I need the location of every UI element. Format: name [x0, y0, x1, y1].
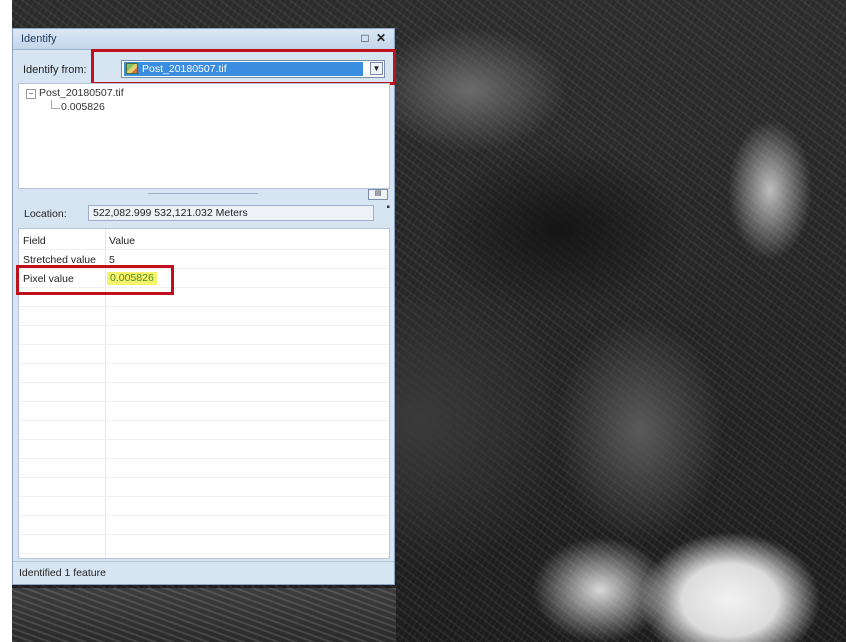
restore-icon[interactable]: □	[358, 31, 372, 45]
window-title: Identify	[21, 33, 57, 45]
identify-from-label: Identify from:	[23, 64, 87, 76]
close-icon[interactable]: ✕	[374, 31, 388, 45]
table-row	[19, 478, 389, 497]
table-row	[19, 516, 389, 535]
table-row	[19, 459, 389, 478]
field-cell: Stretched value	[23, 254, 96, 266]
raster-layer-icon	[126, 63, 138, 74]
table-row	[19, 345, 389, 364]
location-label: Location:	[24, 208, 67, 220]
field-cell: Pixel value	[23, 273, 74, 285]
panel-splitter[interactable]: ▤	[18, 189, 390, 200]
table-row	[19, 288, 389, 307]
field-column-header: Field	[23, 235, 46, 247]
identify-window: Identify □ ✕ Identify from: Post_2018050…	[12, 28, 396, 585]
pixel-value-cell: 0.005826	[107, 272, 157, 285]
table-row	[19, 421, 389, 440]
status-bar: Identified 1 feature	[13, 561, 394, 584]
table-row	[19, 307, 389, 326]
identify-from-row: Identify from: Post_20180507.tif ▼	[19, 60, 388, 80]
identify-from-dropdown[interactable]: Post_20180507.tif ▼	[121, 60, 385, 78]
results-tree: − Post_20180507.tif 0.005826	[18, 83, 390, 189]
value-cell: 5	[109, 254, 115, 266]
map-left-edge	[0, 0, 12, 642]
splitter-grip[interactable]	[148, 193, 258, 194]
map-bottom-area[interactable]	[12, 588, 396, 642]
tree-item-feature[interactable]: 0.005826	[61, 101, 105, 113]
attribute-table: Field Value Stretched value 5 Pixel valu…	[18, 228, 390, 559]
value-column-header: Value	[109, 235, 136, 247]
tree-connector	[51, 100, 60, 109]
table-row	[19, 364, 389, 383]
table-row	[19, 497, 389, 516]
table-row[interactable]: Pixel value 0.005826	[19, 269, 389, 288]
table-row	[19, 440, 389, 459]
layout-toggle-icon[interactable]: ▤	[368, 189, 388, 200]
location-row: Location: 522,082.999 532,121.032 Meters…	[18, 202, 390, 224]
table-header-row: Field Value	[19, 231, 389, 250]
table-row	[19, 326, 389, 345]
location-field: 522,082.999 532,121.032 Meters	[88, 205, 374, 221]
table-row	[19, 402, 389, 421]
identify-from-selected-text: Post_20180507.tif	[142, 63, 227, 75]
status-text: Identified 1 feature	[19, 567, 106, 579]
identify-titlebar[interactable]: Identify □ ✕	[13, 29, 394, 50]
tree-item-layer[interactable]: Post_20180507.tif	[39, 87, 124, 99]
pin-icon[interactable]: ▪	[386, 202, 390, 213]
chevron-down-icon[interactable]: ▼	[370, 62, 383, 75]
table-row	[19, 535, 389, 554]
table-row[interactable]: Stretched value 5	[19, 250, 389, 269]
collapse-icon[interactable]: −	[26, 89, 36, 99]
table-row	[19, 383, 389, 402]
identify-from-selected[interactable]: Post_20180507.tif	[124, 62, 363, 76]
